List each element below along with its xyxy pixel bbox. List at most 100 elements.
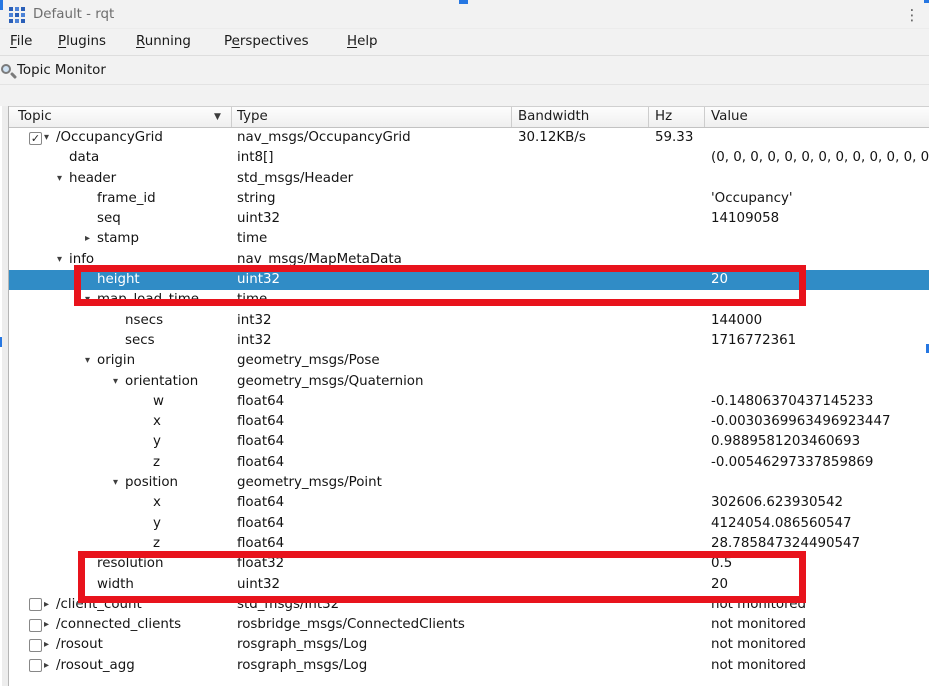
topic-name[interactable]: width (97, 575, 134, 595)
table-row[interactable]: ▾infonav_msgs/MapMetaData (9, 250, 929, 270)
value-cell: 14109058 (711, 209, 779, 229)
topic-name[interactable]: position (125, 473, 178, 493)
blue-artifact (459, 0, 468, 4)
value-cell: not monitored (711, 595, 806, 615)
type-cell: rosgraph_msgs/Log (237, 635, 367, 655)
table-row[interactable]: frame_idstring'Occupancy' (9, 189, 929, 209)
collapse-arrow-icon[interactable]: ▾ (108, 473, 123, 493)
topic-checkbox[interactable]: ✓ (29, 132, 42, 145)
bandwidth-cell: 30.12KB/s (518, 128, 586, 148)
menu-item-plugins[interactable]: Plugins (58, 29, 106, 55)
table-row[interactable]: yfloat640.9889581203460693 (9, 432, 929, 452)
table-row[interactable]: xfloat64302606.623930542 (9, 493, 929, 513)
column-header-topic[interactable]: Topic (18, 107, 52, 127)
table-row[interactable]: secsint321716772361 (9, 331, 929, 351)
type-cell: float64 (237, 432, 284, 452)
type-cell: float64 (237, 493, 284, 513)
menu-item-running[interactable]: Running (136, 29, 191, 55)
search-icon (1, 64, 17, 80)
topic-name[interactable]: y (153, 432, 161, 452)
expand-arrow-icon[interactable]: ▸ (80, 229, 95, 249)
sort-desc-icon[interactable]: ▼ (214, 107, 221, 127)
blue-artifact (0, 0, 3, 10)
topic-name[interactable]: origin (97, 351, 135, 371)
topic-name[interactable]: z (153, 534, 160, 554)
menu-item-perspectives[interactable]: Perspectives (224, 29, 309, 55)
column-header-value[interactable]: Value (711, 107, 748, 127)
topic-name[interactable]: data (69, 148, 99, 168)
table-row[interactable]: ▸/rosout_aggrosgraph_msgs/Lognot monitor… (9, 656, 929, 676)
table-body: ▾✓/OccupancyGridnav_msgs/OccupancyGrid30… (9, 128, 929, 676)
topic-name[interactable]: w (153, 392, 164, 412)
topic-name[interactable]: z (153, 453, 160, 473)
column-divider[interactable] (231, 107, 232, 127)
type-cell: int32 (237, 331, 272, 351)
table-row[interactable]: zfloat64-0.00546297337859869 (9, 453, 929, 473)
topic-name[interactable]: header (69, 169, 116, 189)
topic-name[interactable]: map_load_time (97, 290, 199, 310)
topic-name[interactable]: x (153, 493, 161, 513)
table-row[interactable]: xfloat64-0.0030369963496923447 (9, 412, 929, 432)
column-header-bandwidth[interactable]: Bandwidth (518, 107, 589, 127)
topic-name[interactable]: /rosout (56, 635, 103, 655)
topic-name[interactable]: info (69, 250, 94, 270)
table-row[interactable]: heightuint3220 (9, 270, 929, 290)
menu-item-help[interactable]: Help (347, 29, 378, 55)
topic-name[interactable]: /OccupancyGrid (56, 128, 163, 148)
table-row[interactable]: ▾headerstd_msgs/Header (9, 169, 929, 189)
collapse-arrow-icon[interactable]: ▾ (80, 290, 95, 310)
topic-checkbox[interactable] (29, 639, 42, 652)
column-divider[interactable] (648, 107, 649, 127)
topic-name[interactable]: /connected_clients (56, 615, 181, 635)
type-cell: float32 (237, 554, 284, 574)
topic-name[interactable]: orientation (125, 372, 198, 392)
topic-name[interactable]: stamp (97, 229, 139, 249)
overflow-menu-icon[interactable]: ⋮ (903, 3, 921, 27)
topic-name[interactable]: nsecs (125, 311, 163, 331)
table-row[interactable]: zfloat6428.785847324490547 (9, 534, 929, 554)
menu-item-file[interactable]: File (10, 29, 32, 55)
type-cell: geometry_msgs/Quaternion (237, 372, 423, 392)
collapse-arrow-icon[interactable]: ▾ (108, 372, 123, 392)
type-cell: geometry_msgs/Point (237, 473, 382, 493)
column-divider[interactable] (511, 107, 512, 127)
table-row[interactable]: nsecsint32144000 (9, 311, 929, 331)
topic-name[interactable]: /client_count (56, 595, 142, 615)
column-header-hz[interactable]: Hz (655, 107, 672, 127)
topic-name[interactable]: x (153, 412, 161, 432)
table-row[interactable]: dataint8[](0, 0, 0, 0, 0, 0, 0, 0, 0, 0,… (9, 148, 929, 168)
table-row[interactable]: ▾✓/OccupancyGridnav_msgs/OccupancyGrid30… (9, 128, 929, 148)
value-cell: 20 (711, 270, 728, 290)
table-row[interactable]: yfloat644124054.086560547 (9, 514, 929, 534)
table-row[interactable]: ▾map_load_timetime (9, 290, 929, 310)
topic-checkbox[interactable] (29, 659, 42, 672)
type-cell: int8[] (237, 148, 273, 168)
table-row[interactable]: ▸/connected_clientsrosbridge_msgs/Connec… (9, 615, 929, 635)
table-row[interactable]: ▸/client_countstd_msgs/Int32not monitore… (9, 595, 929, 615)
value-cell: not monitored (711, 635, 806, 655)
table-row[interactable]: ▾position geometry_msgs/Point (9, 473, 929, 493)
table-row[interactable]: ▸/rosoutrosgraph_msgs/Lognot monitored (9, 635, 929, 655)
topic-name[interactable]: seq (97, 209, 121, 229)
table-row[interactable]: ▸stamptime (9, 229, 929, 249)
collapse-arrow-icon[interactable]: ▾ (52, 250, 67, 270)
column-divider[interactable] (704, 107, 705, 127)
topic-name[interactable]: resolution (97, 554, 163, 574)
table-row[interactable]: resolutionfloat320.5 (9, 554, 929, 574)
table-row[interactable]: widthuint3220 (9, 575, 929, 595)
topic-name[interactable]: secs (125, 331, 155, 351)
table-row[interactable]: sequint3214109058 (9, 209, 929, 229)
table-row[interactable]: wfloat64-0.14806370437145233 (9, 392, 929, 412)
value-cell: -0.14806370437145233 (711, 392, 873, 412)
collapse-arrow-icon[interactable]: ▾ (52, 169, 67, 189)
collapse-arrow-icon[interactable]: ▾ (80, 351, 95, 371)
topic-checkbox[interactable] (29, 598, 42, 611)
column-header-type[interactable]: Type (237, 107, 268, 127)
topic-name[interactable]: frame_id (97, 189, 156, 209)
topic-name[interactable]: height (97, 270, 140, 290)
topic-checkbox[interactable] (29, 619, 42, 632)
table-row[interactable]: ▾orientation geometry_msgs/Quaternion (9, 372, 929, 392)
topic-name[interactable]: /rosout_agg (56, 656, 135, 676)
topic-name[interactable]: y (153, 514, 161, 534)
table-row[interactable]: ▾origingeometry_msgs/Pose (9, 351, 929, 371)
